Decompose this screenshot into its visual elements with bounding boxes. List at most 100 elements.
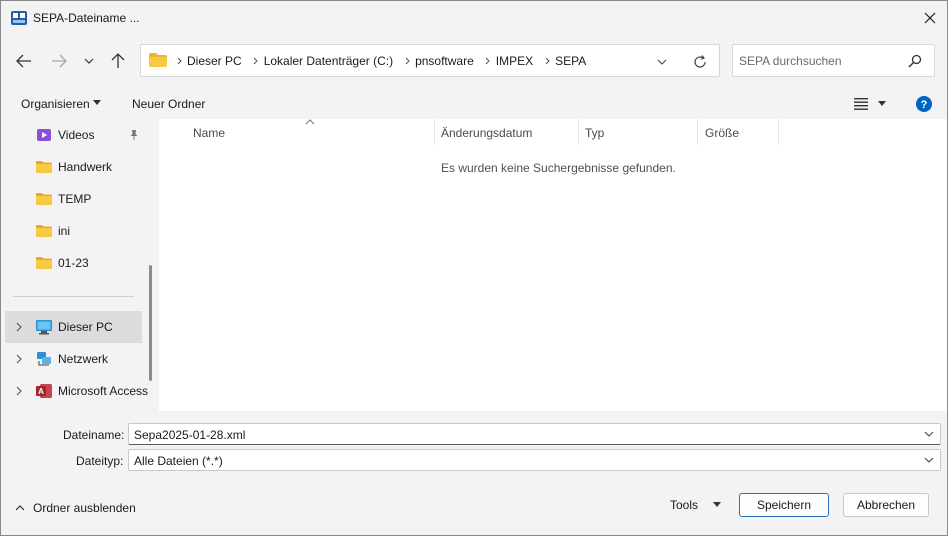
column-header-date[interactable]: Änderungsdatum <box>441 126 532 140</box>
breadcrumb-sepa[interactable]: SEPA <box>555 54 592 68</box>
chevron-right-icon[interactable] <box>15 386 23 396</box>
save-button[interactable]: Speichern <box>739 493 829 517</box>
folder-icon <box>36 161 52 173</box>
save-file-dialog: SEPA-Dateiname ... Dieser PC Lokaler Dat… <box>0 0 948 536</box>
app-icon <box>11 11 27 25</box>
breadcrumb-pnsoftware[interactable]: pnsoftware <box>415 54 480 68</box>
computer-icon <box>36 320 52 335</box>
breadcrumb-impex[interactable]: IMPEX <box>496 54 539 68</box>
back-button[interactable] <box>10 45 38 77</box>
breadcrumb-local-disk[interactable]: Lokaler Datenträger (C:) <box>264 54 399 68</box>
nav-item-videos[interactable]: Videos <box>1 119 143 151</box>
nav-item-label: Handwerk <box>58 160 113 174</box>
column-divider[interactable] <box>697 119 698 145</box>
command-bar: Organisieren Neuer Ordner ? <box>1 89 947 119</box>
caret-down-icon[interactable] <box>878 101 886 107</box>
nav-item-network[interactable]: Netzwerk <box>1 343 143 375</box>
folder-icon <box>36 193 52 205</box>
nav-item-this-pc[interactable]: Dieser PC <box>5 311 142 343</box>
folder-icon <box>36 257 52 269</box>
filename-label: Dateiname: <box>63 428 125 442</box>
title-bar: SEPA-Dateiname ... <box>1 1 947 35</box>
tools-button[interactable]: Tools <box>670 498 698 512</box>
column-header-type[interactable]: Typ <box>585 126 604 140</box>
chevron-right-icon[interactable] <box>539 57 555 65</box>
caret-down-icon[interactable] <box>713 502 721 508</box>
help-icon[interactable]: ? <box>916 96 932 112</box>
recent-locations-button[interactable] <box>75 45 103 77</box>
access-icon: A <box>36 384 52 398</box>
nav-item-label: Dieser PC <box>58 320 113 334</box>
nav-item-label: Netzwerk <box>58 352 109 366</box>
column-header-size[interactable]: Größe <box>705 126 739 140</box>
nav-divider <box>13 296 134 297</box>
search-input[interactable] <box>739 52 899 70</box>
svg-text:A: A <box>38 387 44 396</box>
file-list: Name Änderungsdatum Typ Größe Es wurden … <box>159 119 947 411</box>
nav-item-label: Videos <box>58 128 95 142</box>
nav-item-label: TEMP <box>58 192 92 206</box>
nav-item-label: Microsoft Access <box>58 384 149 398</box>
column-divider[interactable] <box>434 119 435 145</box>
nav-item-label: 01-23 <box>58 256 89 270</box>
arrow-left-icon <box>16 54 31 68</box>
nav-item-label: ini <box>58 224 71 238</box>
new-folder-button[interactable]: Neuer Ordner <box>132 97 205 111</box>
chevron-right-icon[interactable] <box>248 57 264 65</box>
filetype-value: Alle Dateien (*.*) <box>134 454 223 468</box>
breadcrumb: Dieser PC Lokaler Datenträger (C:) pnsof… <box>171 54 592 68</box>
folder-icon <box>149 53 167 67</box>
chevron-down-icon[interactable] <box>924 431 934 438</box>
arrow-up-icon <box>111 53 125 68</box>
filename-value[interactable]: Sepa2025-01-28.xml <box>134 428 245 442</box>
empty-message: Es wurden keine Suchergebnisse gefunden. <box>441 161 676 175</box>
up-button[interactable] <box>104 45 132 77</box>
nav-item-temp[interactable]: TEMP <box>1 183 143 215</box>
refresh-button[interactable] <box>691 53 709 71</box>
nav-item-handwerk[interactable]: Handwerk <box>1 151 143 183</box>
nav-scrollbar[interactable] <box>149 265 152 381</box>
column-divider[interactable] <box>778 119 779 145</box>
nav-item-ini[interactable]: ini <box>1 215 143 247</box>
refresh-icon <box>694 55 706 68</box>
chevron-right-icon[interactable] <box>15 354 23 364</box>
search-icon[interactable] <box>908 54 922 68</box>
chevron-down-icon[interactable] <box>924 457 934 464</box>
address-history-dropdown[interactable] <box>653 54 671 70</box>
filename-field[interactable]: Sepa2025-01-28.xml <box>128 423 941 445</box>
arrow-right-icon <box>52 54 67 68</box>
network-icon <box>37 352 51 366</box>
navigation-pane: Videos Handwerk TEMP ini 01-23 Dieser PC… <box>1 119 159 411</box>
save-form: Dateiname: Sepa2025-01-28.xml Dateityp: … <box>1 411 947 481</box>
chevron-down-icon <box>657 59 667 65</box>
folder-icon <box>36 225 52 237</box>
breadcrumb-this-pc[interactable]: Dieser PC <box>187 54 248 68</box>
chevron-right-icon[interactable] <box>171 57 187 65</box>
organize-button[interactable]: Organisieren <box>21 97 90 111</box>
column-divider[interactable] <box>578 119 579 145</box>
window-title: SEPA-Dateiname ... <box>33 11 140 25</box>
search-box[interactable] <box>732 44 935 77</box>
address-bar[interactable]: Dieser PC Lokaler Datenträger (C:) pnsof… <box>140 44 720 77</box>
hide-folders-button[interactable]: Ordner ausblenden <box>13 501 153 517</box>
chevron-right-icon[interactable] <box>399 57 415 65</box>
sort-ascending-icon <box>305 119 315 125</box>
nav-item-microsoft-access[interactable]: A Microsoft Access <box>1 375 148 407</box>
pin-icon[interactable] <box>128 129 140 141</box>
close-button[interactable] <box>917 5 943 31</box>
svg-text:?: ? <box>921 99 928 111</box>
column-header-name[interactable]: Name <box>193 126 225 140</box>
close-icon <box>924 12 936 24</box>
filetype-label: Dateityp: <box>76 454 124 468</box>
forward-button[interactable] <box>45 45 73 77</box>
view-options-icon[interactable] <box>854 98 868 110</box>
chevron-right-icon[interactable] <box>15 322 23 332</box>
caret-down-icon[interactable] <box>93 100 101 106</box>
dialog-footer: Ordner ausblenden Tools Speichern Abbrec… <box>1 481 947 535</box>
chevron-down-icon <box>84 58 94 64</box>
filetype-select[interactable]: Alle Dateien (*.*) <box>128 449 941 471</box>
nav-item-01-23[interactable]: 01-23 <box>1 247 143 279</box>
chevron-right-icon[interactable] <box>480 57 496 65</box>
chevron-up-icon <box>15 505 25 511</box>
cancel-button[interactable]: Abbrechen <box>843 493 929 517</box>
